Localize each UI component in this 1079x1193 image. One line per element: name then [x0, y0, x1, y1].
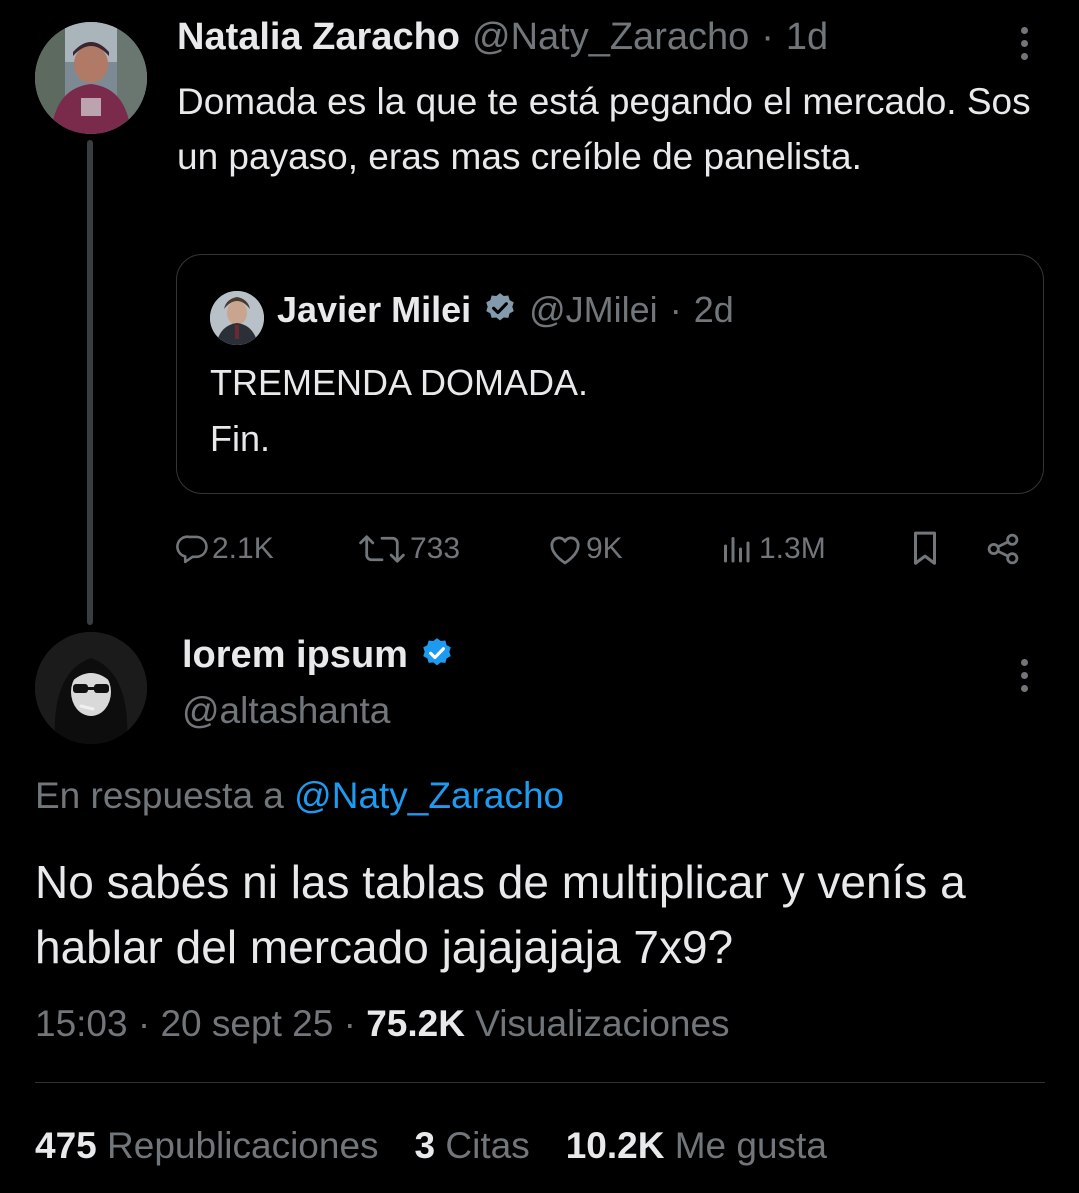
- reply-button[interactable]: 2.1K: [176, 524, 274, 574]
- tweet-time[interactable]: 15:03: [35, 1003, 128, 1044]
- divider: [35, 1082, 1045, 1083]
- like-button[interactable]: 9K: [546, 524, 623, 574]
- quoted-text-line: TREMENDA DOMADA.: [210, 362, 589, 403]
- tweet-meta: 15:03 · 20 sept 25 · 75.2K Visualizacion…: [35, 1003, 730, 1045]
- views-icon: [721, 532, 757, 566]
- parent-tweet-text: Domada es la que te está pegando el merc…: [177, 81, 1031, 177]
- engagement-stats: 475 Republicaciones 3 Citas 10.2K Me gus…: [35, 1125, 827, 1167]
- reply-to-link[interactable]: @Naty_Zaracho: [294, 775, 564, 816]
- main-avatar[interactable]: [35, 632, 147, 744]
- likes-stat[interactable]: 10.2K Me gusta: [566, 1125, 827, 1167]
- parent-avatar[interactable]: [35, 22, 147, 134]
- quoted-author-handle[interactable]: @JMilei: [529, 289, 658, 331]
- more-icon[interactable]: [1020, 659, 1028, 692]
- separator-dot: ·: [669, 289, 682, 330]
- thread-line: [87, 140, 93, 625]
- quoted-header: Javier Milei @JMilei · 2d: [277, 289, 734, 331]
- repost-count: 733: [410, 532, 461, 565]
- main-author-handle[interactable]: @altashanta: [182, 690, 390, 732]
- likes-count: 10.2K: [565, 1125, 665, 1166]
- verified-badge-icon: [420, 636, 454, 675]
- separator-dot: ·: [137, 1003, 161, 1044]
- parent-author-name[interactable]: Natalia Zaracho: [177, 16, 460, 59]
- verified-badge-icon: [483, 291, 517, 330]
- views-button[interactable]: 1.3M: [721, 524, 826, 574]
- parent-time[interactable]: 1d: [786, 16, 828, 59]
- reposts-count: 475: [35, 1125, 97, 1166]
- share-button[interactable]: [984, 524, 1022, 574]
- main-author-name[interactable]: lorem ipsum: [182, 634, 408, 677]
- tweet-date[interactable]: 20 sept 25: [160, 1003, 333, 1044]
- bookmark-button[interactable]: [908, 524, 942, 574]
- separator-dot: ·: [761, 16, 774, 58]
- like-count: 9K: [586, 532, 623, 565]
- reply-prefix: En respuesta a: [35, 775, 284, 816]
- quoted-tweet-text: TREMENDA DOMADA. Fin.: [210, 355, 588, 467]
- main-tweet-text: No sabés ni las tablas de multiplicar y …: [35, 856, 966, 973]
- action-bar: 2.1K 733 9K 1.3M: [176, 524, 1026, 574]
- separator-dot: ·: [343, 1003, 367, 1044]
- bookmark-icon: [908, 530, 942, 568]
- quoted-author-name[interactable]: Javier Milei: [277, 289, 471, 331]
- like-icon: [546, 532, 584, 566]
- quotes-count: 3: [414, 1125, 436, 1166]
- reposts-label: Republicaciones: [107, 1125, 379, 1166]
- quotes-stat[interactable]: 3 Citas: [415, 1125, 530, 1167]
- quotes-label: Citas: [445, 1125, 530, 1166]
- repost-icon: [356, 532, 408, 566]
- quoted-tweet-card[interactable]: Javier Milei @JMilei · 2d TREMENDA DOMAD…: [176, 254, 1044, 494]
- more-icon[interactable]: [1020, 27, 1028, 60]
- main-author: lorem ipsum: [182, 634, 454, 677]
- likes-label: Me gusta: [674, 1125, 827, 1166]
- parent-header: Natalia Zaracho @Naty_Zaracho · 1d: [177, 16, 828, 64]
- views-label: Visualizaciones: [475, 1003, 730, 1044]
- repost-button[interactable]: 733: [356, 524, 460, 574]
- views-total: 75.2K: [366, 1003, 465, 1044]
- reply-context: En respuesta a @Naty_Zaracho: [35, 775, 564, 817]
- reply-icon: [176, 532, 210, 566]
- quoted-avatar: [210, 291, 264, 345]
- reply-count: 2.1K: [212, 532, 274, 565]
- quoted-time[interactable]: 2d: [694, 289, 734, 331]
- reposts-stat[interactable]: 475 Republicaciones: [35, 1125, 379, 1167]
- share-icon: [984, 532, 1022, 566]
- parent-author-handle[interactable]: @Naty_Zaracho: [472, 16, 749, 59]
- quoted-text-line: Fin.: [210, 418, 271, 459]
- views-count: 1.3M: [759, 532, 826, 565]
